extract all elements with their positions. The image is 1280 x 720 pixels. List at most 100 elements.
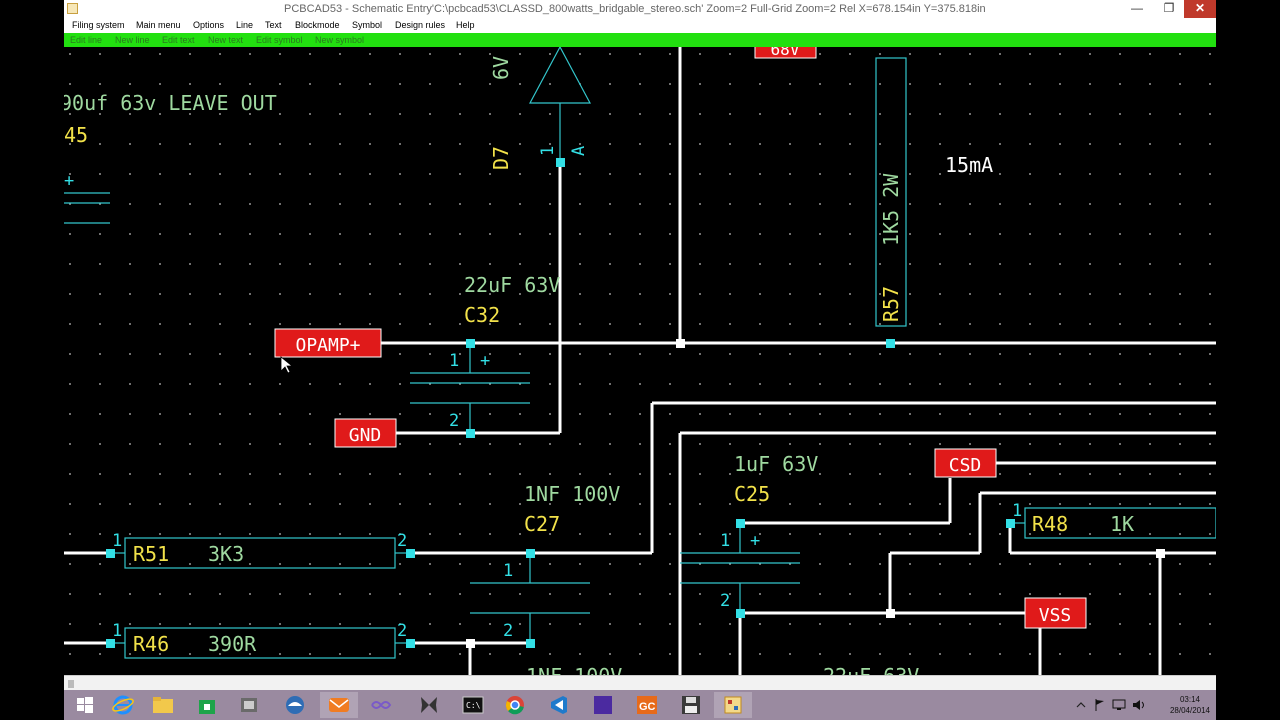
c32-plus: + bbox=[480, 351, 490, 371]
floppy-icon[interactable] bbox=[672, 692, 710, 718]
menu-symbol[interactable]: Symbol bbox=[352, 20, 382, 30]
c32-pin1: 1 bbox=[449, 351, 459, 371]
right-letterbox bbox=[1216, 0, 1280, 720]
c27-value-label: 1NF 100V bbox=[524, 482, 620, 506]
c27-pin2: 2 bbox=[503, 621, 513, 641]
menu-design-rules[interactable]: Design rules bbox=[395, 20, 445, 30]
chrome-icon[interactable] bbox=[496, 692, 534, 718]
svg-text:OPAMP+: OPAMP+ bbox=[295, 335, 360, 356]
clock[interactable]: 03:14 28/04/2014 bbox=[1170, 694, 1210, 716]
zener-voltage-label: 6V bbox=[489, 56, 513, 80]
r46-pin2: 2 bbox=[397, 621, 407, 641]
windows-taskbar: C:\ GC 03:14 28/04/2014 bbox=[64, 690, 1216, 720]
minimize-button[interactable]: — bbox=[1124, 0, 1150, 18]
flag-icon[interactable] bbox=[1094, 698, 1106, 712]
tool-new-symbol[interactable]: New symbol bbox=[315, 35, 364, 45]
tray-expand-icon[interactable] bbox=[1076, 700, 1086, 710]
r57-value-label: 1K5 2W bbox=[879, 173, 903, 246]
tool-edit-line[interactable]: Edit line bbox=[70, 35, 102, 45]
window-title: PCBCAD53 - Schematic Entry'C:\pcbcad53\C… bbox=[284, 3, 986, 15]
bottom-cap2-label: 22uF 63V bbox=[823, 664, 919, 675]
d7-anode: A bbox=[569, 146, 589, 156]
app-icon bbox=[67, 3, 78, 14]
d7-ref-label: D7 bbox=[489, 146, 513, 170]
c25-pin2: 2 bbox=[720, 591, 730, 611]
command-prompt-icon[interactable]: C:\ bbox=[454, 692, 492, 718]
pcbcad-icon[interactable] bbox=[230, 692, 268, 718]
clock-date: 28/04/2014 bbox=[1169, 706, 1210, 715]
d7-pin1: 1 bbox=[538, 146, 558, 156]
mail-icon[interactable] bbox=[320, 692, 358, 718]
thunderbird-icon[interactable] bbox=[276, 692, 314, 718]
r46-ref-label: R46 bbox=[133, 632, 169, 656]
title-bar: PCBCAD53 - Schematic Entry'C:\pcbcad53\C… bbox=[64, 0, 1216, 18]
c27-ref-label: C27 bbox=[524, 512, 560, 536]
bottom-cap1-label: 1NF 100V bbox=[526, 664, 622, 675]
internet-explorer-icon[interactable] bbox=[104, 692, 142, 718]
media-icon[interactable] bbox=[584, 692, 622, 718]
svg-text:GC: GC bbox=[639, 701, 656, 713]
net-label-csd[interactable]: CSD bbox=[934, 448, 997, 478]
cap-note-ref-label: 45 bbox=[64, 123, 88, 147]
scrollbar-thumb[interactable] bbox=[68, 680, 74, 688]
menu-bar: Filing system Main menu Options Line Tex… bbox=[64, 18, 1216, 33]
r57-ref-label: R57 bbox=[879, 286, 903, 322]
volume-icon[interactable] bbox=[1132, 698, 1146, 712]
tool-new-line[interactable]: New line bbox=[115, 35, 150, 45]
menu-line[interactable]: Line bbox=[236, 20, 253, 30]
c25-plus: + bbox=[750, 531, 760, 551]
network-icon[interactable] bbox=[1112, 699, 1126, 711]
clock-time: 03:14 bbox=[1179, 695, 1200, 704]
menu-help[interactable]: Help bbox=[456, 20, 475, 30]
butterfly-icon[interactable] bbox=[410, 692, 448, 718]
store-icon[interactable] bbox=[188, 692, 226, 718]
c25-value-label: 1uF 63V bbox=[734, 452, 818, 476]
grid-dots bbox=[64, 47, 1216, 675]
vs-code-icon[interactable] bbox=[540, 692, 578, 718]
left-cap-plus: + bbox=[64, 171, 74, 191]
r46-value-label: 390R bbox=[208, 632, 257, 656]
svg-text:CSD: CSD bbox=[949, 455, 982, 476]
visual-studio-icon[interactable] bbox=[362, 692, 400, 718]
windows-start-icon[interactable] bbox=[66, 692, 104, 718]
schematic-canvas[interactable]: OPAMP+ GND CSD VSS 68V 90uf 63v LEAVE OU… bbox=[64, 47, 1216, 675]
r51-value-label: 3K3 bbox=[208, 542, 244, 566]
tool-new-text[interactable]: New text bbox=[208, 35, 243, 45]
net-label-top-partial[interactable]: 68V bbox=[754, 47, 817, 59]
r46-pin1: 1 bbox=[112, 621, 122, 641]
r51-pin1: 1 bbox=[112, 531, 122, 551]
maximize-button[interactable]: ❐ bbox=[1156, 0, 1182, 18]
svg-text:68V: 68V bbox=[771, 47, 800, 59]
c25-ref-label: C25 bbox=[734, 482, 770, 506]
left-letterbox bbox=[0, 0, 64, 720]
horizontal-scrollbar[interactable] bbox=[64, 675, 1216, 690]
mode-toolbar: Edit line New line Edit text New text Ed… bbox=[64, 33, 1216, 47]
c25-pin1: 1 bbox=[720, 531, 730, 551]
net-label-vss[interactable]: VSS bbox=[1024, 597, 1087, 629]
r51-ref-label: R51 bbox=[133, 542, 169, 566]
c32-pin2: 2 bbox=[449, 411, 459, 431]
current-annotation: 15mA bbox=[945, 153, 993, 177]
cap-note-label: 90uf 63v LEAVE OUT bbox=[64, 91, 277, 115]
tool-edit-symbol[interactable]: Edit symbol bbox=[256, 35, 303, 45]
system-tray: 03:14 28/04/2014 bbox=[1074, 690, 1216, 720]
tool-edit-text[interactable]: Edit text bbox=[162, 35, 195, 45]
close-button[interactable]: ✕ bbox=[1184, 0, 1216, 18]
menu-options[interactable]: Options bbox=[193, 20, 224, 30]
gc-icon[interactable]: GC bbox=[628, 692, 666, 718]
net-label-opamp-plus[interactable]: OPAMP+ bbox=[274, 328, 382, 358]
pcbcad-active-icon[interactable] bbox=[714, 692, 752, 718]
svg-text:GND: GND bbox=[349, 425, 382, 446]
svg-text:C:\: C:\ bbox=[466, 701, 481, 710]
c27-pin1: 1 bbox=[503, 561, 513, 581]
svg-text:VSS: VSS bbox=[1039, 605, 1072, 626]
menu-main-menu[interactable]: Main menu bbox=[136, 20, 181, 30]
file-explorer-icon[interactable] bbox=[144, 692, 182, 718]
menu-filing-system[interactable]: Filing system bbox=[72, 20, 125, 30]
net-label-gnd[interactable]: GND bbox=[334, 418, 397, 448]
menu-text[interactable]: Text bbox=[265, 20, 282, 30]
c32-ref-label: C32 bbox=[464, 303, 500, 327]
menu-blockmode[interactable]: Blockmode bbox=[295, 20, 340, 30]
r48-value-label: 1K bbox=[1110, 512, 1134, 536]
c32-value-label: 22uF 63V bbox=[464, 273, 560, 297]
